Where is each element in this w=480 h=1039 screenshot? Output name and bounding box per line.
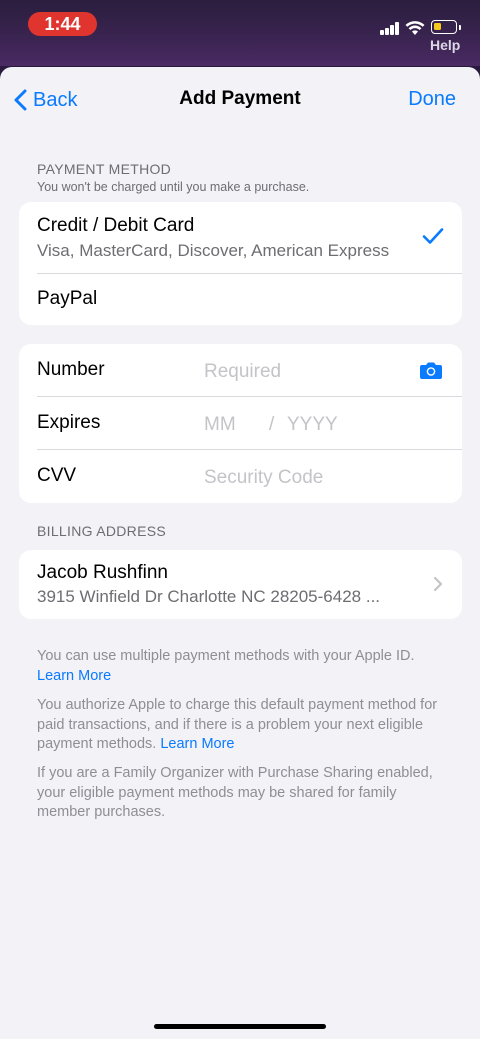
payment-method-list: Credit / Debit Card Visa, MasterCard, Di… [19,202,462,325]
cvv-input[interactable]: Security Code [204,467,323,489]
footnote-text: You authorize Apple to charge this defau… [37,697,438,752]
back-to-app-label[interactable]: Help [430,37,460,53]
learn-more-link[interactable]: Learn More [37,668,111,684]
battery-icon [431,20,461,34]
footnote-family-sharing: If you are a Family Organizer with Purch… [37,765,433,820]
card-number-input[interactable]: Required [204,361,281,383]
cvv-row[interactable]: CVV Security Code [19,450,462,503]
billing-address: 3915 Winfield Dr Charlotte NC 28205-6428… [37,587,381,606]
card-number-label: Number [37,359,105,380]
billing-address-header: BILLING ADDRESS [37,523,166,539]
cellular-signal-icon [380,22,400,35]
payment-option-title: Credit / Debit Card [37,215,195,236]
learn-more-link[interactable]: Learn More [160,736,234,752]
payment-option-title: PayPal [37,288,98,309]
checkmark-icon [422,228,444,244]
footnote-multiple-methods: You can use multiple payment methods wit… [37,647,447,686]
chevron-right-icon [433,576,443,592]
billing-name: Jacob Rushfinn [37,562,168,583]
card-number-row[interactable]: Number Required [19,344,462,397]
expiry-year-input[interactable]: YYYY [287,414,338,436]
payment-option-card[interactable]: Credit / Debit Card Visa, MasterCard, Di… [19,202,462,273]
expiry-separator: / [269,414,275,435]
camera-icon[interactable] [419,361,443,380]
payment-method-subheader: You won't be charged until you make a pu… [37,180,310,194]
add-payment-sheet: Back Add Payment Done PAYMENT METHOD You… [0,67,480,1039]
payment-option-subtitle: Visa, MasterCard, Discover, American Exp… [37,241,390,260]
card-details-form: Number Required Expires MM / YYYY CVV Se… [19,344,462,503]
home-indicator[interactable] [154,1024,326,1029]
status-time[interactable]: 1:44 [28,12,97,36]
done-button[interactable]: Done [408,88,456,111]
wifi-icon [405,21,425,35]
payment-method-header: PAYMENT METHOD [37,161,172,177]
footnote-authorization: You authorize Apple to charge this defau… [37,696,447,755]
payment-option-paypal[interactable]: PayPal [19,274,462,325]
billing-address-row[interactable]: Jacob Rushfinn 3915 Winfield Dr Charlott… [19,550,462,619]
expiry-month-input[interactable]: MM [204,414,236,436]
footnote-text: You can use multiple payment methods wit… [37,648,415,664]
expires-label: Expires [37,412,101,433]
status-bar: 1:44 Help [0,0,480,66]
cvv-label: CVV [37,465,77,486]
expires-row[interactable]: Expires MM / YYYY [19,397,462,450]
